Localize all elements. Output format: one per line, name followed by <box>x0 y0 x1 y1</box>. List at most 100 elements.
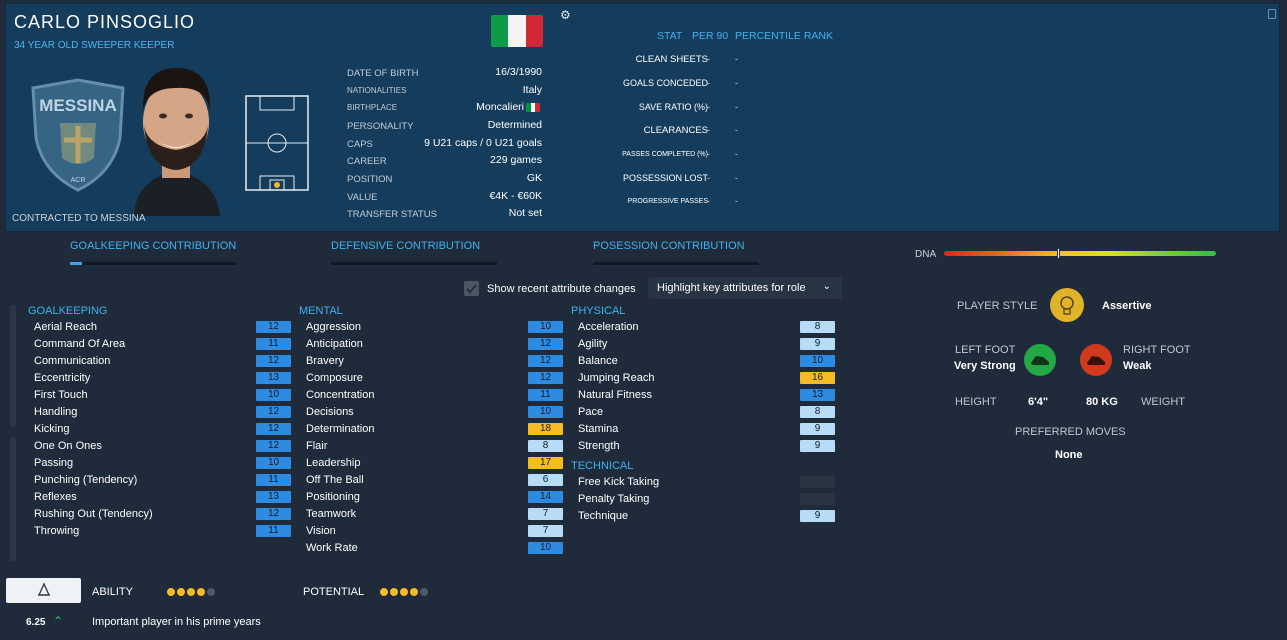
scrollbar-upper[interactable] <box>10 305 16 427</box>
section-title-mental: MENTAL <box>299 305 343 317</box>
left-foot-label: LEFT FOOT <box>955 344 1016 356</box>
attribute-name[interactable]: Kicking <box>34 422 69 437</box>
gear-icon[interactable]: ⚙ <box>560 8 571 22</box>
attribute-name[interactable]: Bravery <box>306 354 344 369</box>
star-icon <box>177 588 185 596</box>
attribute-name[interactable]: Positioning <box>306 490 360 505</box>
attribute-name[interactable]: Passing <box>34 456 73 471</box>
attribute-name[interactable]: Technique <box>578 509 628 524</box>
attribute-name[interactable]: Agility <box>578 337 607 352</box>
star-icon <box>410 588 418 596</box>
attribute-name[interactable]: Strength <box>578 439 620 454</box>
player-avatar <box>134 68 220 216</box>
potential-label: POTENTIAL <box>303 586 365 598</box>
attribute-name[interactable]: Concentration <box>306 388 375 403</box>
attribute-name[interactable]: Off The Ball <box>306 473 364 488</box>
attribute-name[interactable]: Free Kick Taking <box>578 475 659 490</box>
attribute-name[interactable]: Flair <box>306 439 327 454</box>
attribute-value-badge: 8 <box>528 440 563 452</box>
weight-value: 80 KG <box>1086 396 1118 408</box>
attribute-value-badge: 11 <box>256 338 291 350</box>
stat-per90: - <box>707 78 710 88</box>
attribute-value-badge: 11 <box>528 389 563 401</box>
attribute-name[interactable]: Natural Fitness <box>578 388 652 403</box>
attribute-value-badge: 12 <box>528 338 563 350</box>
stat-rank: - <box>735 149 738 159</box>
attribute-name[interactable]: Vision <box>306 524 336 539</box>
attribute-name[interactable]: Stamina <box>578 422 618 437</box>
attribute-value-badge: 7 <box>528 508 563 520</box>
tab-defensive-bar <box>331 262 497 265</box>
section-title-technical: TECHNICAL <box>571 460 634 472</box>
potential-stars <box>380 588 428 596</box>
preferred-moves-label: PREFERRED MOVES <box>1015 426 1126 438</box>
attribute-name[interactable]: Work Rate <box>306 541 358 556</box>
attribute-name[interactable]: Composure <box>306 371 363 386</box>
tab-possession-contribution[interactable]: POSESSION CONTRIBUTION <box>593 240 745 252</box>
attribute-name[interactable]: Reflexes <box>34 490 77 505</box>
attribute-name[interactable]: Handling <box>34 405 77 420</box>
attribute-name[interactable]: Rushing Out (Tendency) <box>34 507 153 522</box>
stat-rank: - <box>735 196 738 206</box>
info-label-value: VALUE <box>347 192 378 203</box>
stat-per90: - <box>707 149 710 159</box>
attribute-name[interactable]: Determination <box>306 422 374 437</box>
attribute-value-badge: 10 <box>528 321 563 333</box>
attribute-name[interactable]: Eccentricity <box>34 371 90 386</box>
star-icon <box>197 588 205 596</box>
attribute-value-badge: 11 <box>256 474 291 486</box>
attribute-value-badge: 12 <box>256 440 291 452</box>
attribute-name[interactable]: Communication <box>34 354 110 369</box>
highlight-attributes-dropdown[interactable]: Highlight key attributes for role ⌄ <box>648 277 842 299</box>
attribute-value-badge <box>800 476 835 488</box>
dna-marker <box>1057 248 1060 259</box>
attribute-value-badge: 7 <box>528 525 563 537</box>
attribute-value-badge: 12 <box>256 355 291 367</box>
ability-label: ABILITY <box>92 586 133 598</box>
attribute-name[interactable]: Punching (Tendency) <box>34 473 137 488</box>
stat-rank: - <box>735 102 738 112</box>
position-pitch-diagram <box>245 95 309 191</box>
attribute-name[interactable]: One On Ones <box>34 439 102 454</box>
boot-icon <box>1024 344 1056 376</box>
attribute-name[interactable]: Jumping Reach <box>578 371 654 386</box>
attribute-name[interactable]: Balance <box>578 354 618 369</box>
stat-per90: - <box>707 125 710 135</box>
attribute-name[interactable]: Command Of Area <box>34 337 125 352</box>
scrollbar-lower[interactable] <box>10 437 16 561</box>
tab-goalkeeping-contribution[interactable]: GOALKEEPING CONTRIBUTION <box>70 240 236 252</box>
attribute-name[interactable]: Anticipation <box>306 337 363 352</box>
attribute-name[interactable]: First Touch <box>34 388 88 403</box>
italy-flag-icon <box>491 15 543 47</box>
left-foot-value: Very Strong <box>954 360 1016 372</box>
info-label-birthplace: BIRTHPLACE <box>347 103 398 112</box>
attribute-name[interactable]: Aerial Reach <box>34 320 97 335</box>
ability-role-button[interactable] <box>6 578 81 603</box>
attribute-name[interactable]: Aggression <box>306 320 361 335</box>
info-label-position: POSITION <box>347 174 393 185</box>
info-value-nationalities: Italy <box>522 84 542 96</box>
attribute-value-badge: 9 <box>800 510 835 522</box>
attribute-value-badge: 10 <box>528 406 563 418</box>
info-icon[interactable] <box>1268 9 1276 19</box>
stat-per90: - <box>707 196 710 206</box>
section-title-physical: PHYSICAL <box>571 305 626 317</box>
attribute-value-badge: 16 <box>800 372 835 384</box>
attribute-name[interactable]: Decisions <box>306 405 354 420</box>
attribute-name[interactable]: Leadership <box>306 456 360 471</box>
attribute-value-badge: 12 <box>256 406 291 418</box>
star-icon <box>420 588 428 596</box>
attribute-name[interactable]: Acceleration <box>578 320 639 335</box>
attribute-value-badge: 9 <box>800 440 835 452</box>
attribute-name[interactable]: Teamwork <box>306 507 356 522</box>
info-label-personality: PERSONALITY <box>347 121 414 132</box>
right-foot-value: Weak <box>1123 360 1152 372</box>
info-value-value: €4K - €60K <box>489 190 542 202</box>
attribute-value-badge: 11 <box>256 525 291 537</box>
attribute-name[interactable]: Pace <box>578 405 603 420</box>
attribute-value-badge: 9 <box>800 338 835 350</box>
info-value-birthplace: Moncalieri <box>476 101 524 113</box>
attribute-name[interactable]: Penalty Taking <box>578 492 649 507</box>
tab-defensive-contribution[interactable]: DEFENSIVE CONTRIBUTION <box>331 240 480 252</box>
attribute-name[interactable]: Throwing <box>34 524 79 539</box>
